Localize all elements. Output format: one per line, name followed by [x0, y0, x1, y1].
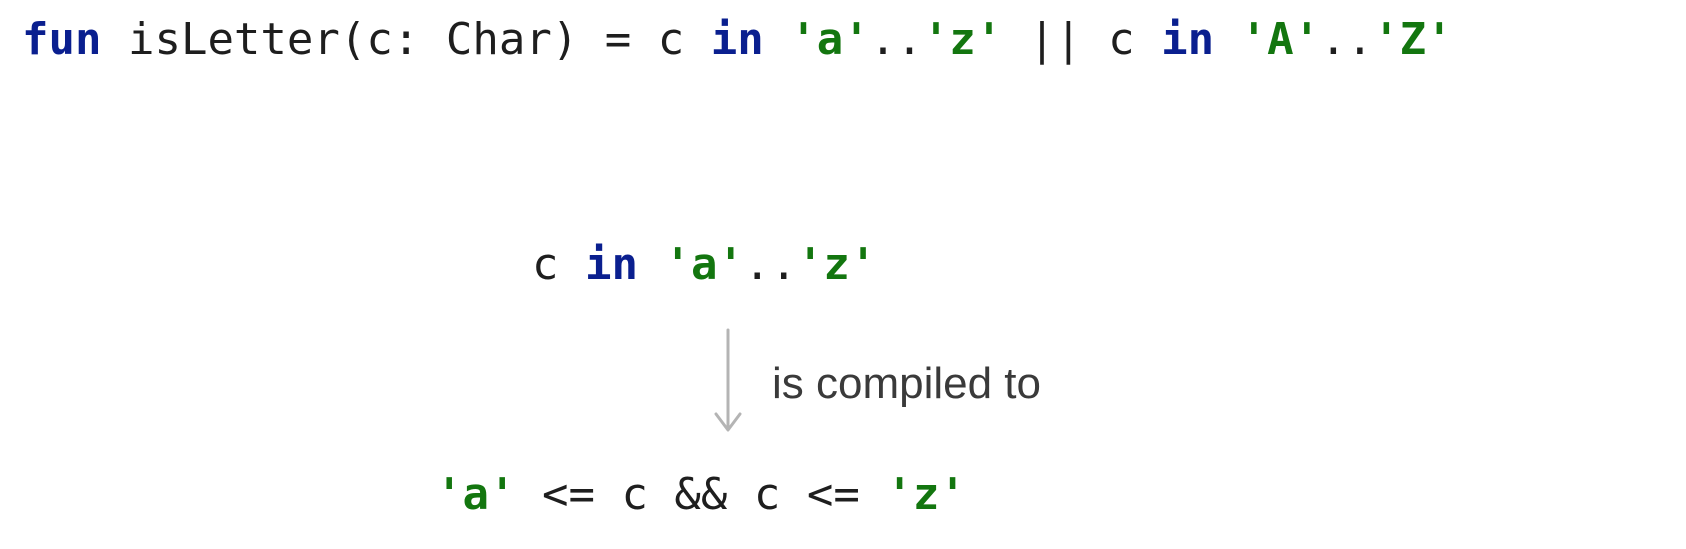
- code-char-literal: 'A': [1240, 14, 1321, 65]
- code-text: <= c && c <=: [515, 469, 887, 520]
- code-text: ..: [743, 239, 797, 290]
- code-char-literal: 'z': [922, 14, 1003, 65]
- code-line-range-check: c in 'a'..'z': [532, 243, 876, 287]
- code-line-function-definition: fun isLetter(c: Char) = c in 'a'..'z' ||…: [22, 18, 1453, 62]
- code-keyword: fun: [22, 14, 102, 65]
- code-keyword: in: [710, 14, 764, 65]
- code-char-literal: 'a': [436, 469, 516, 520]
- code-char-literal: 'a': [790, 14, 870, 65]
- down-arrow-icon: [714, 328, 742, 432]
- code-text: ..: [869, 14, 923, 65]
- code-text: c: [532, 239, 585, 290]
- code-keyword: in: [1161, 14, 1215, 65]
- code-char-literal: 'z': [886, 469, 966, 520]
- compiled-to-label: is compiled to: [772, 359, 1042, 408]
- code-text: ..: [1320, 14, 1374, 65]
- code-text: isLetter(c: Char) = c: [101, 14, 711, 65]
- code-char-literal: 'a': [664, 239, 744, 290]
- code-char-literal: 'Z': [1373, 14, 1453, 65]
- code-char-literal: 'z': [796, 239, 877, 290]
- code-line-compiled-comparison: 'a' <= c && c <= 'z': [436, 473, 966, 517]
- code-keyword: in: [584, 239, 638, 290]
- code-text: || c: [1002, 14, 1162, 65]
